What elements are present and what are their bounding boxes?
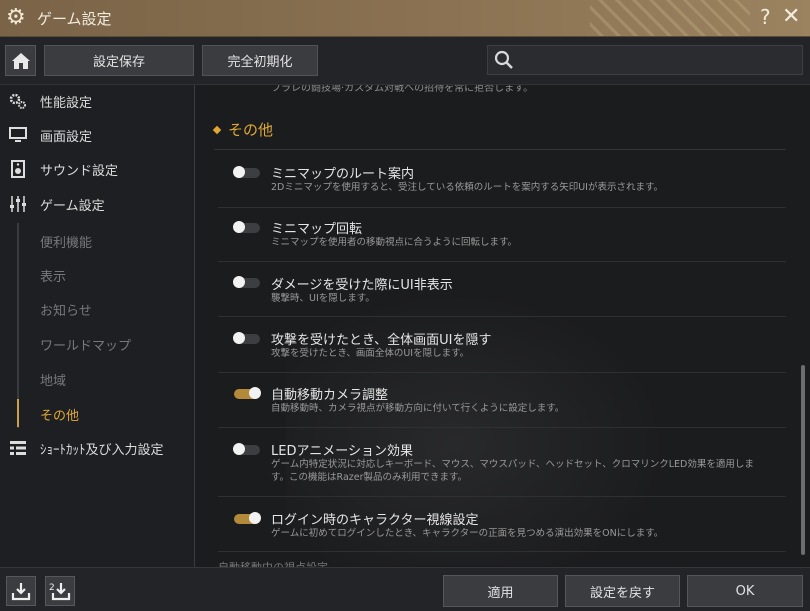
option-title: 攻撃を受けたとき、全体画面UIを隠す bbox=[271, 333, 492, 348]
minimap-rotate-toggle[interactable] bbox=[233, 221, 260, 233]
toggle-knob bbox=[233, 332, 245, 344]
divider bbox=[218, 551, 786, 552]
save-settings-button[interactable]: 設定保存 bbox=[44, 45, 194, 76]
option-title: ログイン時のキャラクター視線設定 bbox=[271, 513, 479, 528]
toggle-knob bbox=[233, 276, 245, 288]
cut-off-description: フラレの闘技場·カスタム対戦への招待を常に拒否します。 bbox=[271, 85, 534, 94]
gears-icon bbox=[9, 92, 27, 110]
option-title: ミニマップのルート案内 bbox=[271, 167, 415, 182]
section-header: その他 bbox=[212, 119, 274, 140]
sidebar-item-display[interactable]: 画面設定 bbox=[0, 120, 194, 150]
option-title: ダメージを受けた際にUI非表示 bbox=[271, 278, 453, 293]
sidebar-item-label: サウンド設定 bbox=[40, 163, 119, 179]
option-title: LEDアニメーション効果 bbox=[271, 444, 413, 459]
option-description: 自動移動時、カメラ視点が移動方向に付いて行くように設定します。 bbox=[271, 403, 565, 414]
submenu-item-display[interactable]: 表示 bbox=[40, 266, 66, 285]
sidebar-item-shortcuts[interactable]: ｼｮｰﾄｶｯﾄ及び入力設定 bbox=[0, 433, 194, 463]
toolbar: 設定保存 完全初期化 bbox=[0, 37, 810, 85]
option-description: ゲームに初めてログインしたとき、キャラクターの正面を見つめる演出効果をONにしま… bbox=[271, 528, 664, 539]
led-animation-toggle[interactable] bbox=[233, 443, 260, 455]
option-description: ミニマップを使用者の移動視点に合うように回転します。 bbox=[271, 237, 518, 248]
close-button[interactable]: ✕ bbox=[782, 4, 800, 29]
submenu-active-marker bbox=[17, 399, 19, 427]
toggle-knob bbox=[233, 443, 245, 455]
option-description: ゲーム内特定状況に対応しキーボード、マウス、マウスパッド、ヘッドセット、クロマリ… bbox=[271, 459, 754, 483]
divider bbox=[218, 496, 786, 497]
home-button[interactable] bbox=[5, 45, 36, 76]
auto-move-camera-toggle[interactable] bbox=[234, 387, 261, 399]
window-title: ゲーム設定 bbox=[37, 10, 112, 28]
help-button[interactable]: ? bbox=[760, 5, 771, 29]
import-settings-button[interactable]: 2 bbox=[45, 576, 75, 606]
download-2-icon: 2 bbox=[49, 583, 71, 601]
sidebar-item-label: ｼｮｰﾄｶｯﾄ及び入力設定 bbox=[40, 442, 164, 458]
submenu-item-convenience[interactable]: 便利機能 bbox=[40, 232, 92, 251]
submenu-item-region[interactable]: 地域 bbox=[40, 370, 66, 389]
gear-icon: ⚙ bbox=[6, 5, 26, 30]
diamond-icon bbox=[212, 125, 222, 134]
option-title: 自動移動カメラ調整 bbox=[271, 388, 389, 403]
option-title: ミニマップ回転 bbox=[271, 222, 363, 237]
hide-fullscreen-ui-toggle[interactable] bbox=[233, 332, 260, 344]
toggle-knob bbox=[233, 166, 245, 178]
search-icon bbox=[494, 50, 513, 69]
sidebar: 性能設定 画面設定 サウンド設定 ゲーム設定 便利機能 表示 お知らせ ワールド… bbox=[0, 85, 195, 567]
full-reset-button[interactable]: 完全初期化 bbox=[202, 45, 318, 76]
hide-ui-on-damage-toggle[interactable] bbox=[233, 276, 260, 288]
apply-button[interactable]: 適用 bbox=[443, 575, 558, 607]
list-icon bbox=[9, 439, 27, 457]
search-box bbox=[487, 45, 803, 75]
divider bbox=[218, 372, 786, 373]
scrollbar[interactable] bbox=[801, 365, 805, 555]
footer-bar: 2 適用 設定を戻す OK bbox=[0, 567, 810, 611]
submenu-item-notice[interactable]: お知らせ bbox=[40, 300, 92, 319]
sidebar-item-sound[interactable]: サウンド設定 bbox=[0, 154, 194, 184]
speaker-icon bbox=[9, 160, 27, 178]
title-decoration bbox=[590, 0, 750, 36]
option-description: 2Dミニマップを使用すると、受注している依頼のルートを案内する矢印UIが表示され… bbox=[271, 182, 664, 193]
divider bbox=[218, 316, 786, 317]
divider bbox=[218, 207, 786, 208]
divider bbox=[218, 261, 786, 262]
sliders-icon bbox=[9, 195, 27, 213]
sidebar-item-game[interactable]: ゲーム設定 bbox=[0, 189, 194, 219]
ok-button[interactable]: OK bbox=[687, 575, 803, 607]
settings-content: フラレの闘技場·カスタム対戦への招待を常に拒否します。 その他 ミニマップのルー… bbox=[196, 85, 810, 567]
sidebar-item-label: ゲーム設定 bbox=[40, 198, 105, 214]
sidebar-item-performance[interactable]: 性能設定 bbox=[0, 86, 194, 116]
minimap-route-toggle[interactable] bbox=[233, 166, 260, 178]
search-input[interactable] bbox=[522, 50, 792, 70]
sidebar-item-label: 画面設定 bbox=[40, 129, 93, 145]
login-gaze-toggle[interactable] bbox=[234, 512, 261, 524]
submenu-item-worldmap[interactable]: ワールドマップ bbox=[40, 335, 131, 354]
download-icon bbox=[11, 583, 31, 601]
sidebar-item-label: 性能設定 bbox=[40, 95, 93, 111]
toggle-knob bbox=[233, 221, 245, 233]
option-description: 攻撃を受けたとき、画面全体のUIを隠します。 bbox=[271, 348, 470, 359]
divider bbox=[214, 149, 786, 150]
section-title: その他 bbox=[228, 121, 274, 139]
cut-off-section-title: 自動移動中の視点設定 bbox=[218, 559, 328, 567]
divider bbox=[218, 427, 786, 428]
monitor-icon bbox=[9, 126, 27, 144]
toggle-knob bbox=[249, 512, 261, 524]
home-icon bbox=[11, 52, 30, 69]
revert-settings-button[interactable]: 設定を戻す bbox=[565, 575, 680, 607]
svg-text:2: 2 bbox=[49, 583, 55, 593]
option-description: 襲撃時、UIを隠します。 bbox=[271, 293, 375, 304]
export-settings-button[interactable] bbox=[6, 576, 36, 606]
toggle-knob bbox=[249, 387, 261, 399]
submenu-item-other[interactable]: その他 bbox=[40, 405, 79, 424]
title-bar: ⚙ ゲーム設定 ? ✕ bbox=[0, 0, 810, 37]
submenu-line bbox=[17, 223, 19, 428]
